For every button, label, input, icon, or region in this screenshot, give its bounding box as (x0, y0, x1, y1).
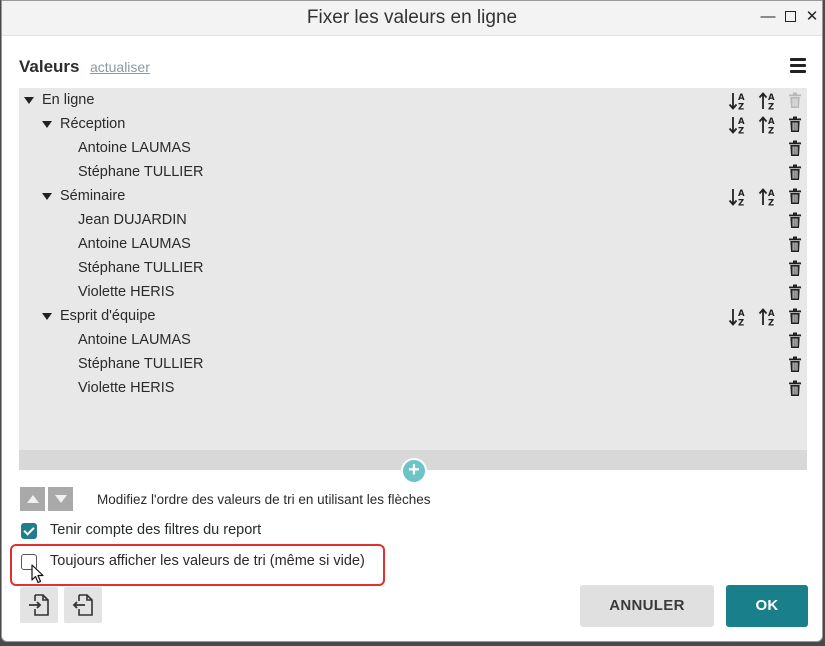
close-button[interactable]: ✕ (802, 7, 822, 27)
refresh-link[interactable]: actualiser (90, 59, 150, 75)
values-label: Valeurs (19, 57, 80, 76)
trash-icon[interactable] (788, 308, 802, 325)
tree-row-label: Réception (60, 116, 126, 132)
dialog-window: Fixer les valeurs en ligne — ✕ Valeurs a… (1, 0, 823, 642)
tree-item-row[interactable]: Antoine LAUMAS (19, 329, 807, 353)
sort-descending-icon[interactable]: AZ (758, 307, 778, 327)
trash-icon[interactable] (788, 116, 802, 133)
always-show-label: Toujours afficher les valeurs de tri (mê… (50, 553, 365, 569)
svg-text:Z: Z (768, 319, 774, 328)
sort-ascending-icon[interactable]: AZ (728, 307, 748, 327)
svg-text:A: A (738, 117, 745, 127)
sort-ascending-icon[interactable]: AZ (728, 187, 748, 207)
svg-text:A: A (768, 93, 775, 103)
tree-item-row[interactable]: Stéphane TULLIER (19, 161, 807, 185)
minimize-button[interactable]: — (758, 7, 778, 27)
report-filters-checkbox[interactable] (21, 523, 37, 539)
tree-group-row[interactable]: Esprit d'équipe A Z A Z (19, 305, 807, 329)
tree-row-label: Stéphane TULLIER (78, 356, 204, 372)
values-header: Valeurs actualiser (19, 57, 150, 79)
trash-icon[interactable] (788, 212, 802, 229)
mouse-pointer-icon (31, 564, 44, 584)
svg-text:Z: Z (768, 103, 774, 112)
export-button[interactable] (64, 587, 102, 623)
trash-icon[interactable] (788, 260, 802, 277)
sort-descending-icon[interactable]: AZ (758, 115, 778, 135)
tree-item-row[interactable]: Antoine LAUMAS (19, 137, 807, 161)
sort-descending-icon[interactable]: AZ (758, 91, 778, 111)
tree-group-row[interactable]: Réception A Z A Z (19, 113, 807, 137)
tree-row-label: Antoine LAUMAS (78, 236, 191, 252)
trash-icon[interactable] (788, 188, 802, 205)
values-tree: En ligne A Z A Z Réception A Z A Z Antoine LAUMAS S… (19, 88, 807, 470)
sort-descending-icon[interactable]: AZ (758, 187, 778, 207)
move-down-button[interactable] (48, 487, 73, 511)
svg-text:Z: Z (768, 199, 774, 208)
tree-row-label: Stéphane TULLIER (78, 260, 204, 276)
tree-row-label: Antoine LAUMAS (78, 332, 191, 348)
tree-row-label: Violette HERIS (78, 380, 175, 396)
expand-triangle-icon[interactable] (42, 121, 52, 128)
trash-icon[interactable] (788, 164, 802, 181)
trash-icon[interactable] (788, 356, 802, 373)
order-hint: Modifiez l'ordre des valeurs de tri en u… (97, 492, 431, 507)
sort-ascending-icon[interactable]: AZ (728, 91, 748, 111)
ok-button[interactable]: OK (726, 585, 808, 627)
cancel-button[interactable]: ANNULER (580, 585, 714, 627)
tree-row-label: Esprit d'équipe (60, 308, 156, 324)
trash-icon[interactable] (788, 140, 802, 157)
svg-text:Z: Z (738, 199, 744, 208)
svg-text:A: A (738, 93, 745, 103)
tree-row-label: Jean DUJARDIN (78, 212, 187, 228)
maximize-button[interactable] (780, 7, 800, 27)
svg-text:A: A (768, 189, 775, 199)
trash-icon[interactable] (788, 332, 802, 349)
tree-item-row[interactable]: Violette HERIS (19, 377, 807, 401)
svg-text:Z: Z (768, 127, 774, 136)
export-icon (72, 594, 93, 616)
move-up-button[interactable] (20, 487, 45, 511)
tree-group-row[interactable]: Séminaire A Z A Z (19, 185, 807, 209)
tree-row-label: En ligne (42, 92, 95, 108)
svg-text:A: A (738, 309, 745, 319)
import-icon (29, 594, 49, 616)
tree-item-row[interactable]: Antoine LAUMAS (19, 233, 807, 257)
maximize-icon (784, 11, 796, 22)
title-bar: Fixer les valeurs en ligne — ✕ (2, 1, 822, 36)
svg-text:A: A (768, 309, 775, 319)
tree-row-label: Séminaire (60, 188, 126, 204)
svg-text:A: A (738, 189, 745, 199)
tree-row-label: Antoine LAUMAS (78, 140, 191, 156)
tree-item-row[interactable]: Violette HERIS (19, 281, 807, 305)
tree-group-row[interactable]: En ligne A Z A Z (19, 89, 807, 113)
tree-item-row[interactable]: Jean DUJARDIN (19, 209, 807, 233)
trash-icon[interactable] (788, 380, 802, 397)
expand-triangle-icon[interactable] (42, 313, 52, 320)
trash-icon (789, 92, 801, 108)
svg-text:Z: Z (738, 127, 744, 136)
tree-row-label: Violette HERIS (78, 284, 175, 300)
svg-text:A: A (768, 117, 775, 127)
trash-icon[interactable] (788, 284, 802, 301)
report-filters-label: Tenir compte des filtres du report (50, 522, 262, 538)
hamburger-menu-icon[interactable] (790, 58, 806, 73)
sort-ascending-icon[interactable]: AZ (728, 115, 748, 135)
expand-triangle-icon[interactable] (24, 97, 34, 104)
svg-text:Z: Z (738, 103, 744, 112)
expand-triangle-icon[interactable] (42, 193, 52, 200)
tree-row-label: Stéphane TULLIER (78, 164, 204, 180)
trash-icon[interactable] (788, 236, 802, 253)
dialog-title: Fixer les valeurs en ligne (306, 7, 518, 28)
svg-text:Z: Z (738, 319, 744, 328)
import-button[interactable] (20, 587, 58, 623)
arrow-up-icon (27, 495, 39, 503)
arrow-down-icon (55, 495, 67, 503)
tree-item-row[interactable]: Stéphane TULLIER (19, 353, 807, 377)
add-value-button[interactable]: + (401, 458, 427, 484)
tree-item-row[interactable]: Stéphane TULLIER (19, 257, 807, 281)
